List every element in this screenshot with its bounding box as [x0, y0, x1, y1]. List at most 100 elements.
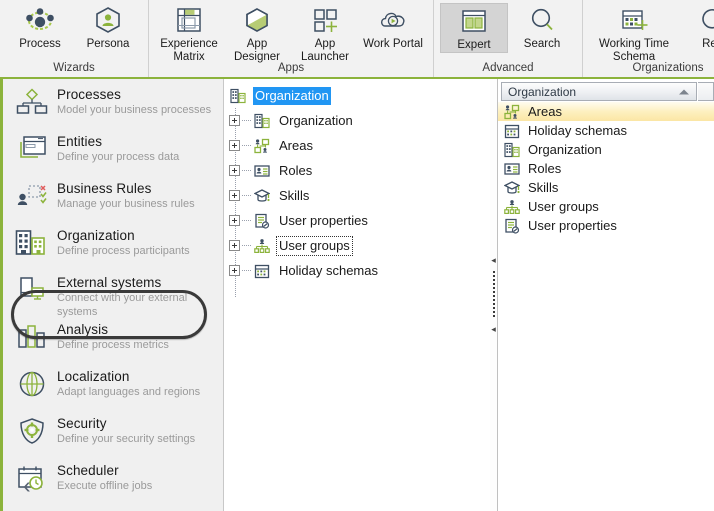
tree-expander-plus-icon[interactable]: [229, 115, 240, 126]
ribbon-button-app-launcher[interactable]: App Launcher: [291, 3, 359, 64]
search-magnifier-icon: [525, 5, 559, 35]
ribbon-button-experience-matrix[interactable]: Experience Matrix: [155, 3, 223, 64]
panel-splitter[interactable]: ◂ ◂: [490, 79, 498, 511]
ribbon-button-label: App Launcher: [301, 38, 349, 63]
ribbon-button-work-portal[interactable]: Work Portal: [359, 3, 427, 51]
ribbon-group-apps: Experience Matrix App Designer App Launc…: [148, 0, 433, 77]
organization-building-icon: [253, 112, 271, 130]
ribbon-group-label: Advanced: [482, 62, 534, 74]
persona-hexagon-icon: [91, 5, 125, 35]
sidebar-item-title: Business Rules: [57, 181, 152, 196]
ribbon-button-persona[interactable]: Persona: [74, 3, 142, 51]
roles-card-icon: [253, 162, 271, 180]
analysis-icon: [15, 321, 49, 353]
ribbon-button-refresh[interactable]: Refr: [679, 3, 714, 51]
list-item-areas[interactable]: Areas: [498, 102, 714, 121]
organization-icon: [15, 227, 49, 259]
tree-expander-plus-icon[interactable]: [229, 140, 240, 151]
tree-connector-dots: [242, 245, 251, 246]
sidebar-item-entities[interactable]: Entities Define your process data: [3, 126, 223, 173]
tree-connector-dots: [242, 220, 251, 221]
skills-cap-icon: [503, 179, 521, 197]
ribbon-button-label: Search: [523, 38, 561, 50]
sidebar-collapse-chevron-left-icon[interactable]: ‹: [23, 473, 31, 497]
ribbon-button-search[interactable]: Search: [508, 3, 576, 51]
refresh-arrow-icon: [696, 5, 714, 35]
ribbon-button-label: Expert: [457, 39, 491, 51]
list-item-user-groups[interactable]: User groups: [498, 197, 714, 216]
sidebar-item-organization[interactable]: Organization Define process participants: [3, 220, 223, 267]
tree-node-organization[interactable]: Organization: [225, 108, 492, 133]
sidebar-item-title: External systems: [57, 275, 162, 290]
ribbon-button-label: App Designer: [233, 38, 281, 63]
list-item-roles[interactable]: Roles: [498, 159, 714, 178]
sidebar-item-business-rules[interactable]: Business Rules Manage your business rule…: [3, 173, 223, 220]
app-launcher-squares-icon: [308, 5, 342, 35]
tree-node-areas[interactable]: Areas: [225, 133, 492, 158]
ribbon-button-expert[interactable]: Expert: [440, 3, 508, 53]
ribbon-group-label: Apps: [277, 62, 305, 74]
sidebar-item-localization[interactable]: Localization Adapt languages and regions: [3, 361, 223, 408]
tree-connector-dots: [242, 120, 251, 121]
list-panel-title: Organization: [508, 84, 577, 99]
organization-building-icon: [503, 141, 521, 159]
ribbon-button-app-designer[interactable]: App Designer: [223, 3, 291, 64]
list-item-label: Holiday schemas: [528, 123, 627, 138]
tree-expander-plus-icon[interactable]: [229, 240, 240, 251]
skills-cap-icon: [253, 187, 271, 205]
work-portal-cloud-play-icon: [376, 5, 410, 35]
tree-node-roles[interactable]: Roles: [225, 158, 492, 183]
tree-node-root-organization[interactable]: Organization: [225, 83, 492, 108]
tree-connector-dots: [242, 270, 251, 271]
areas-icon: [253, 137, 271, 155]
tree-node-skills[interactable]: Skills: [225, 183, 492, 208]
tree-expander-plus-icon[interactable]: [229, 265, 240, 276]
tree-expander-plus-icon[interactable]: [229, 190, 240, 201]
list-scrollbar[interactable]: [698, 82, 714, 101]
splitter-expand-triangle-left-icon[interactable]: ◂: [491, 325, 496, 334]
tree-node-user-groups[interactable]: User groups: [225, 233, 492, 258]
tree-node-label: Holiday schemas: [279, 262, 378, 278]
list-items: Areas Holiday schemas Organization Roles…: [498, 101, 714, 235]
tree-expander-plus-icon[interactable]: [229, 215, 240, 226]
tree-connector-dots: [242, 195, 251, 196]
ribbon-button-label: Persona: [86, 38, 130, 50]
sidebar-item-analysis[interactable]: Analysis Define process metrics: [3, 314, 223, 361]
splitter-grip[interactable]: [492, 271, 495, 319]
ribbon-group-label: Organizations: [632, 62, 704, 74]
ribbon-button-working-time-schema[interactable]: Working Time Schema: [589, 3, 679, 64]
sidebar-item-security[interactable]: Security Define your security settings: [3, 408, 223, 455]
tree-expander-plus-icon[interactable]: [229, 165, 240, 176]
ribbon-button-label: Process: [19, 38, 61, 50]
list-item-user-properties[interactable]: User properties: [498, 216, 714, 235]
list-item-label: User groups: [528, 199, 599, 214]
list-item-skills[interactable]: Skills: [498, 178, 714, 197]
tree-node-user-properties[interactable]: User properties: [225, 208, 492, 233]
expert-panels-icon: [457, 6, 491, 36]
list-item-label: Areas: [528, 104, 562, 119]
sidebar-item-processes[interactable]: Processes Model your business processes: [3, 79, 223, 126]
sidebar-item-subtitle: Adapt languages and regions: [57, 386, 201, 398]
sidebar-item-title: Security: [57, 416, 107, 431]
ribbon-button-label: Experience Matrix: [160, 38, 218, 63]
chevron-up-icon[interactable]: [679, 89, 689, 94]
list-item-label: Organization: [528, 142, 602, 157]
expert-organization-window: Process Persona Wizards Experience Matri…: [0, 0, 714, 511]
tree-node-holiday-schemas[interactable]: Holiday schemas: [225, 258, 492, 283]
sidebar-item-title: Analysis: [57, 322, 109, 337]
list-item-organization[interactable]: Organization: [498, 140, 714, 159]
tree-node-label: User groups: [276, 235, 353, 256]
ribbon-group-wizards: Process Persona Wizards: [0, 0, 148, 77]
list-panel-header[interactable]: Organization: [501, 82, 697, 101]
sidebar-item-subtitle: Define process metrics: [57, 339, 169, 351]
process-network-icon: [23, 5, 57, 35]
sidebar-item-scheduler[interactable]: Scheduler Execute offline jobs: [3, 455, 223, 502]
navigation-sidebar: Processes Model your business processes …: [0, 79, 224, 511]
sidebar-item-subtitle: Model your business processes: [57, 104, 212, 116]
splitter-collapse-triangle-left-icon[interactable]: ◂: [491, 256, 496, 265]
list-item-label: Roles: [528, 161, 562, 176]
ribbon-button-process[interactable]: Process: [6, 3, 74, 51]
list-item-label: User properties: [528, 218, 617, 233]
list-item-holiday-schemas[interactable]: Holiday schemas: [498, 121, 714, 140]
sidebar-item-external-systems[interactable]: External systems Connect with your exter…: [3, 267, 223, 318]
